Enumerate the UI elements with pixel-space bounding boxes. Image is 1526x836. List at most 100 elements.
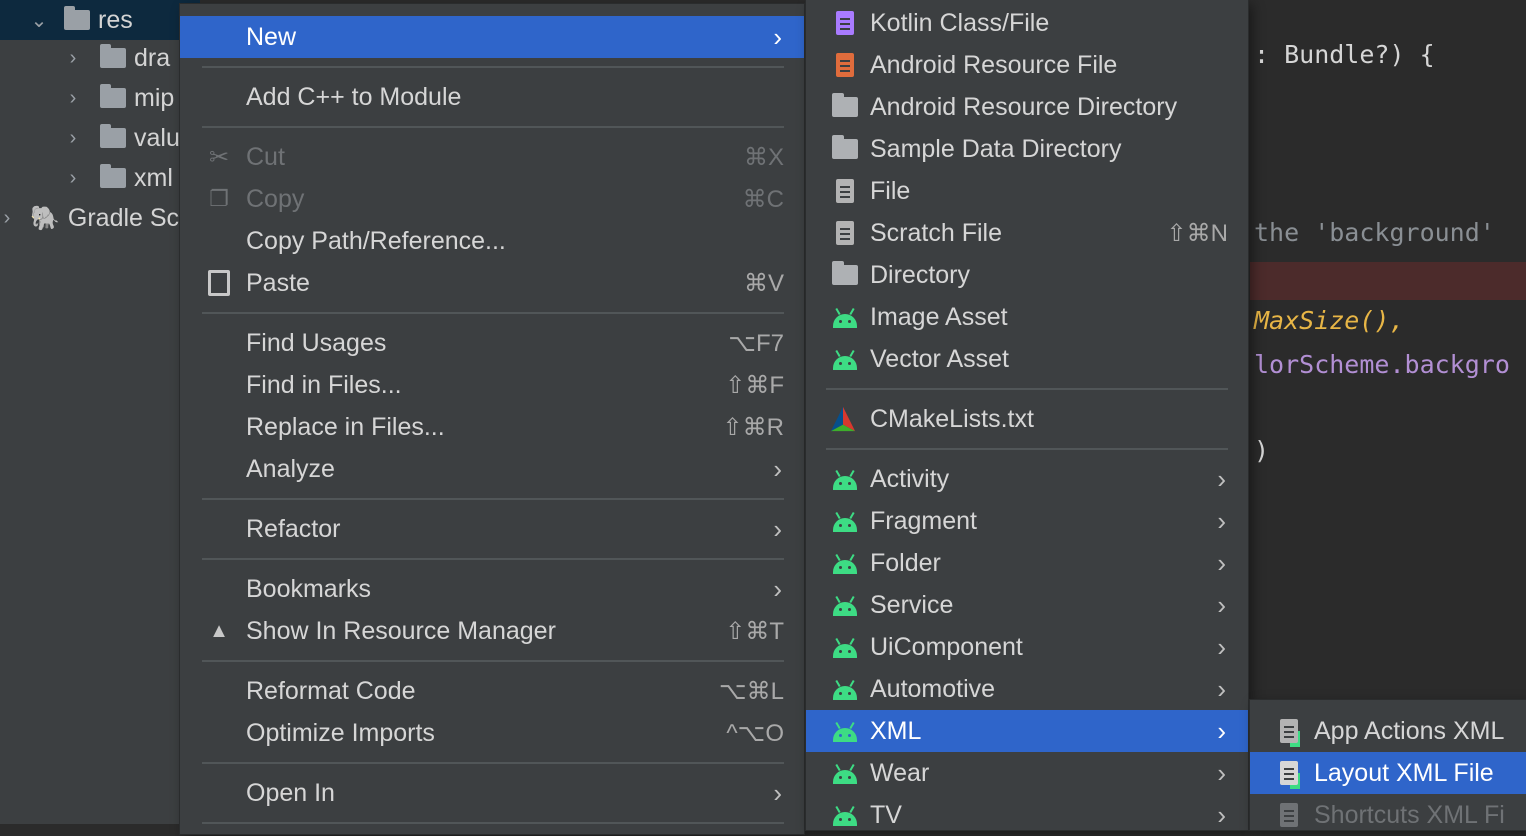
menu-item-new[interactable]: New › [180, 16, 804, 58]
menu-item-service[interactable]: Service › [806, 584, 1248, 626]
menu-item-kotlin-class[interactable]: Kotlin Class/File [806, 2, 1248, 44]
tree-item-label: res [98, 5, 133, 34]
menu-item-image-asset[interactable]: Image Asset [806, 296, 1248, 338]
menu-item-label: Optimize Imports [246, 718, 435, 747]
tree-item-mipmap[interactable]: › mip [0, 78, 175, 118]
menu-item-bookmarks[interactable]: Bookmarks › [180, 568, 804, 610]
menu-item-tv[interactable]: TV › [806, 794, 1248, 836]
menu-item-cut[interactable]: ✂ Cut ⌘X [180, 136, 804, 178]
folder-icon [100, 84, 126, 108]
menu-item-reformat-code[interactable]: Reformat Code ⌥⌘L [180, 670, 804, 712]
menu-item-optimize-imports[interactable]: Optimize Imports ^⌥O [180, 712, 804, 754]
menu-item-label: Kotlin Class/File [870, 8, 1050, 37]
new-submenu: Kotlin Class/File Android Resource File … [806, 0, 1248, 830]
menu-item-wear[interactable]: Wear › [806, 752, 1248, 794]
chevron-right-icon[interactable]: › [58, 127, 88, 150]
menu-item-label: Scratch File [870, 218, 1002, 247]
scissors-icon: ✂ [208, 143, 230, 171]
menu-item-label: TV [870, 800, 902, 829]
menu-item-copy-path[interactable]: Copy Path/Reference... [180, 220, 804, 262]
menu-item-label: Open In [246, 778, 335, 807]
menu-item-label: Activity [870, 464, 950, 493]
menu-item-paste[interactable]: Paste ⌘V [180, 262, 804, 304]
menu-item-label: Paste [246, 268, 310, 297]
menu-item-copy[interactable]: ❐ Copy ⌘C [180, 178, 804, 220]
menu-item-xml[interactable]: XML › [806, 710, 1248, 752]
code-line: lorScheme.backgro [1254, 350, 1510, 379]
android-icon [832, 634, 858, 660]
android-xml-file-icon [1276, 802, 1302, 828]
menu-item-android-resource-file[interactable]: Android Resource File [806, 44, 1248, 86]
menu-item-show-in-resource-manager[interactable]: ▲ Show In Resource Manager ⇧⌘T [180, 610, 804, 652]
tree-item-label: valu [134, 123, 180, 152]
tree-item-label: mip [134, 83, 175, 112]
shortcut: ⇧⌘F [725, 371, 784, 399]
menu-item-label: Android Resource Directory [870, 92, 1178, 121]
tree-item-gradle-scripts[interactable]: › 🐘 Gradle Sc [0, 198, 179, 238]
shortcut: ⌘X [743, 143, 784, 171]
kotlin-file-icon [832, 10, 858, 36]
shortcut: ⇧⌘N [1166, 219, 1228, 247]
menu-item-activity[interactable]: Activity › [806, 458, 1248, 500]
resource-file-icon [832, 52, 858, 78]
menu-item-label: Copy [246, 184, 305, 213]
tree-item-label: xml [134, 163, 173, 192]
android-icon [832, 466, 858, 492]
menu-item-label: Replace in Files... [246, 412, 445, 441]
menu-item-label: Shortcuts XML Fi [1314, 800, 1505, 829]
shortcut: ⇧⌘T [725, 617, 784, 645]
menu-item-open-in[interactable]: Open In › [180, 772, 804, 814]
code-line: the 'background' [1254, 218, 1495, 247]
menu-item-analyze[interactable]: Analyze › [180, 448, 804, 490]
menu-item-scratch-file[interactable]: Scratch File ⇧⌘N [806, 212, 1248, 254]
menu-item-file[interactable]: File [806, 170, 1248, 212]
menu-separator [202, 660, 784, 662]
shortcut: ⌘C [742, 185, 784, 213]
menu-item-fragment[interactable]: Fragment › [806, 500, 1248, 542]
menu-item-refactor[interactable]: Refactor › [180, 508, 804, 550]
menu-item-uicomponent[interactable]: UiComponent › [806, 626, 1248, 668]
chevron-down-icon[interactable]: ⌄ [24, 8, 54, 33]
menu-item-replace-in-files[interactable]: Replace in Files... ⇧⌘R [180, 406, 804, 448]
menu-item-label: Find in Files... [246, 370, 402, 399]
menu-item-find-in-files[interactable]: Find in Files... ⇧⌘F [180, 364, 804, 406]
menu-item-label: CMakeLists.txt [870, 404, 1034, 433]
submenu-arrow-icon: › [773, 513, 782, 544]
android-icon [832, 802, 858, 828]
shapes-icon: ▲ [209, 619, 229, 642]
menu-item-folder[interactable]: Folder › [806, 542, 1248, 584]
menu-item-find-usages[interactable]: Find Usages ⌥F7 [180, 322, 804, 364]
submenu-arrow-icon: › [1217, 631, 1226, 662]
folder-icon [100, 124, 126, 148]
menu-item-layout-xml-file[interactable]: Layout XML File [1250, 752, 1526, 794]
menu-item-label: Layout XML File [1314, 758, 1494, 787]
chevron-right-icon[interactable]: › [58, 87, 88, 110]
chevron-right-icon[interactable]: › [58, 167, 88, 190]
menu-item-directory[interactable]: Directory [806, 254, 1248, 296]
menu-item-automotive[interactable]: Automotive › [806, 668, 1248, 710]
shortcut: ^⌥O [726, 719, 784, 747]
android-icon [832, 508, 858, 534]
menu-item-shortcuts-xml-file[interactable]: Shortcuts XML Fi [1250, 794, 1526, 836]
android-icon [832, 550, 858, 576]
android-icon [832, 592, 858, 618]
android-icon [832, 676, 858, 702]
shortcut: ⌥F7 [728, 329, 784, 357]
menu-item-sample-data-directory[interactable]: Sample Data Directory [806, 128, 1248, 170]
tree-item-xml[interactable]: › xml [0, 158, 173, 198]
menu-separator [202, 66, 784, 68]
menu-item-label: File [870, 176, 911, 205]
tree-item-drawable[interactable]: › dra [0, 38, 170, 78]
menu-item-vector-asset[interactable]: Vector Asset [806, 338, 1248, 380]
menu-item-label: Image Asset [870, 302, 1008, 331]
tree-item-label: dra [134, 43, 171, 72]
tree-item-values[interactable]: › valu [0, 118, 180, 158]
chevron-right-icon[interactable]: › [58, 47, 88, 70]
menu-item-app-actions-xml[interactable]: App Actions XML [1250, 710, 1526, 752]
menu-item-android-resource-directory[interactable]: Android Resource Directory [806, 86, 1248, 128]
menu-item-cmakelists[interactable]: CMakeLists.txt [806, 398, 1248, 440]
chevron-right-icon[interactable]: › [0, 207, 22, 230]
menu-item-label: Add C++ to Module [246, 82, 462, 111]
tree-item-res[interactable]: ⌄ res [0, 0, 200, 40]
menu-item-add-cpp[interactable]: Add C++ to Module [180, 76, 804, 118]
